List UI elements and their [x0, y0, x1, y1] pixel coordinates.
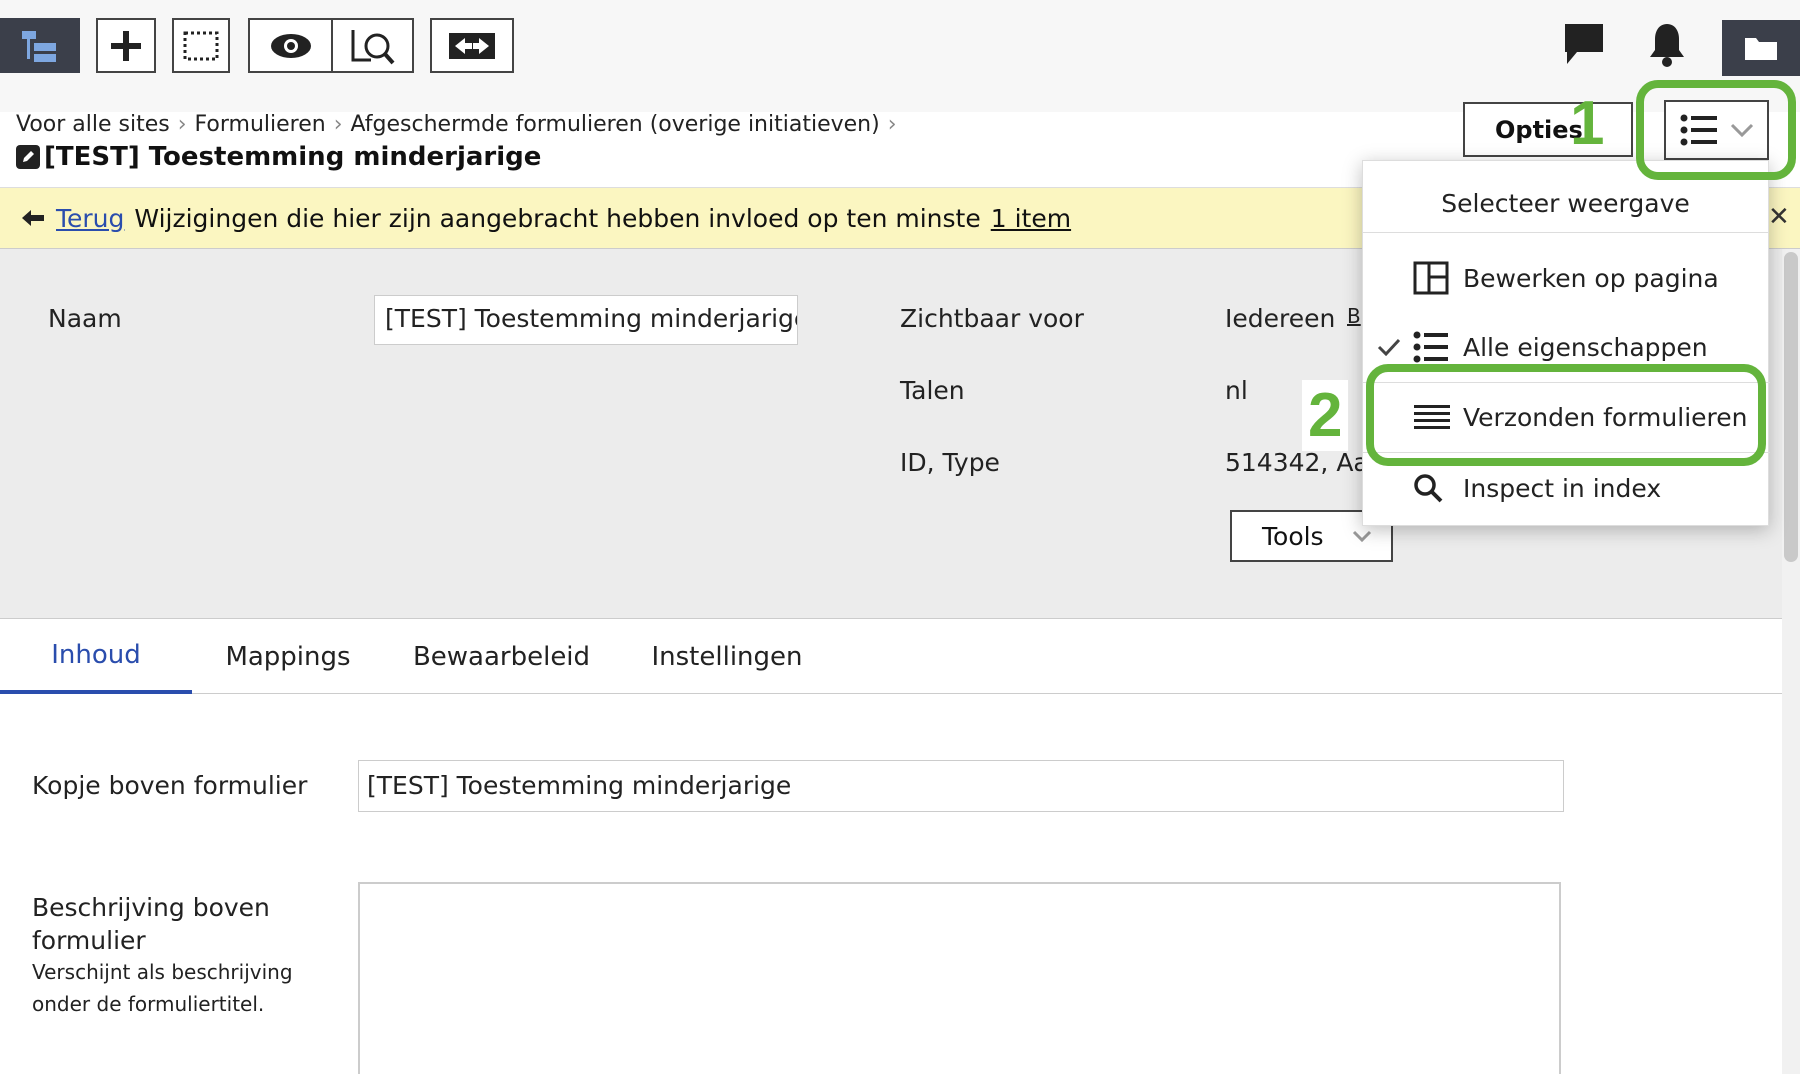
- chat-button[interactable]: [1563, 22, 1605, 70]
- list-icon: [1413, 331, 1448, 363]
- add-button[interactable]: [96, 18, 156, 73]
- breadcrumb-item[interactable]: Afgeschermde formulieren (overige initia…: [351, 112, 880, 137]
- options-button[interactable]: Opties: [1463, 102, 1633, 157]
- chevron-right-icon: ›: [887, 112, 897, 137]
- menu-item-edit-on-page[interactable]: Bewerken op pagina: [1363, 247, 1770, 309]
- check-icon: [1377, 338, 1401, 356]
- description-help: Verschijnt als beschrijving onder de for…: [32, 960, 293, 1016]
- menu-item-label: Alle eigenschappen: [1463, 332, 1708, 362]
- search-icon: [1414, 474, 1443, 503]
- top-toolbar: [0, 0, 1800, 112]
- select-area-icon: [183, 31, 219, 60]
- heading-label: Kopje boven formulier: [32, 771, 308, 800]
- swap-button[interactable]: [430, 18, 514, 73]
- description-editor[interactable]: [358, 882, 1561, 1074]
- heading-input[interactable]: [TEST] Toestemming minderjarige: [358, 760, 1564, 812]
- visible-label: Zichtbaar voor: [900, 304, 1084, 333]
- step-1-number: 1: [1570, 89, 1605, 158]
- folder-icon: [1745, 38, 1777, 60]
- close-icon[interactable]: ✕: [1768, 202, 1790, 232]
- description-label: Beschrijving boven formulier: [32, 893, 270, 955]
- chevron-down-icon: [1352, 530, 1371, 543]
- languages-label: Talen: [900, 376, 965, 405]
- bell-icon: [1650, 24, 1684, 67]
- back-link[interactable]: Terug: [56, 204, 124, 233]
- menu-item-label: Inspect in index: [1463, 473, 1662, 503]
- chat-icon: [1565, 24, 1603, 64]
- visible-value: Iedereen: [1225, 304, 1336, 333]
- notice-text: Wijzigingen die hier zijn aangebracht he…: [134, 203, 981, 233]
- view-menu: Selecteer weergave Bewerken op pagina Al…: [1362, 160, 1770, 526]
- tab-bewaarbeleid[interactable]: Bewaarbeleid: [384, 620, 619, 694]
- tree-icon: [22, 30, 56, 62]
- plus-icon: [111, 30, 141, 61]
- scrollbar-thumb[interactable]: [1784, 252, 1798, 562]
- eye-icon: [270, 33, 311, 58]
- preview-button[interactable]: [248, 18, 332, 73]
- visible-edit-link[interactable]: B: [1347, 304, 1361, 328]
- breadcrumb-item[interactable]: Voor alle sites: [16, 112, 170, 137]
- inspect-button[interactable]: [331, 18, 414, 73]
- menu-item-inspect-index[interactable]: Inspect in index: [1363, 457, 1770, 519]
- layout-icon: [1413, 261, 1449, 295]
- page-title: [TEST] Toestemming minderjarige: [16, 142, 541, 172]
- select-area-button[interactable]: [172, 18, 230, 73]
- chevron-right-icon: ›: [177, 112, 187, 137]
- arrow-left-icon: [22, 210, 44, 226]
- id-type-label: ID, Type: [900, 448, 1000, 477]
- page-title-text: [TEST] Toestemming minderjarige: [44, 142, 542, 172]
- tab-instellingen[interactable]: Instellingen: [619, 620, 835, 694]
- item-link[interactable]: 1 item: [991, 204, 1071, 233]
- pencil-icon: [16, 145, 40, 169]
- breadcrumb-item[interactable]: Formulieren: [195, 112, 326, 137]
- swap-icon: [449, 32, 495, 59]
- breadcrumb: Voor alle sites › Formulieren › Afgesche…: [16, 112, 897, 137]
- name-input[interactable]: [TEST] Toestemming minderjarige: [374, 295, 798, 345]
- notifications-button[interactable]: [1648, 22, 1686, 72]
- languages-value: nl: [1225, 376, 1248, 405]
- step-1-highlight: [1636, 80, 1796, 180]
- tab-bar: Inhoud Mappings Bewaarbeleid Instellinge…: [0, 620, 1782, 694]
- menu-item-label: Bewerken op pagina: [1463, 263, 1719, 293]
- tab-mappings[interactable]: Mappings: [192, 620, 384, 694]
- id-type-value: 514342, Aar: [1225, 448, 1380, 477]
- tools-label: Tools: [1262, 521, 1324, 551]
- step-2-highlight: [1366, 364, 1766, 466]
- folder-button[interactable]: [1722, 20, 1800, 76]
- tab-inhoud[interactable]: Inhoud: [0, 620, 192, 694]
- inspect-icon: [351, 29, 394, 64]
- chevron-right-icon: ›: [333, 112, 343, 137]
- name-label: Naam: [48, 304, 122, 333]
- tree-view-button[interactable]: [0, 18, 80, 73]
- step-2-number: 2: [1302, 380, 1349, 451]
